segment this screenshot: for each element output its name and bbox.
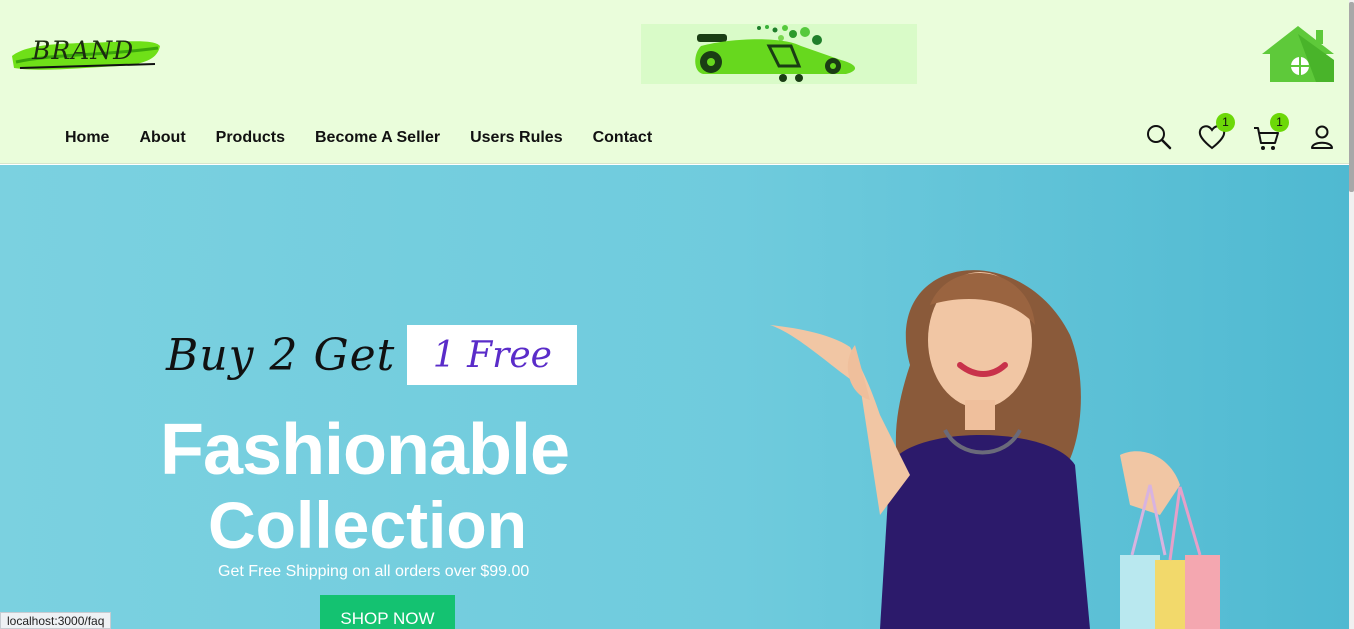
shop-now-button[interactable]: SHOP NOW <box>320 595 455 629</box>
shipping-notice: Get Free Shipping on all orders over $99… <box>218 563 530 580</box>
nav-users-rules[interactable]: Users Rules <box>470 129 563 147</box>
cart-count-badge: 1 <box>1270 113 1289 132</box>
nav-become-a-seller[interactable]: Become A Seller <box>315 129 440 147</box>
search-button[interactable] <box>1146 124 1176 154</box>
racecar-cart-logo[interactable] <box>641 24 917 84</box>
home-logo[interactable] <box>1258 24 1338 84</box>
hero-headline: Fashionable <box>160 410 570 490</box>
search-icon <box>1147 125 1172 150</box>
hero-subheadline: Collection <box>208 488 528 562</box>
nav-home[interactable]: Home <box>65 129 109 147</box>
racecar-cart-icon <box>695 25 856 82</box>
promo-banner: Buy 2 Get 1 Free <box>166 325 578 385</box>
page-scrollbar[interactable] <box>1349 0 1354 629</box>
brand-logo[interactable]: BRAND <box>10 34 162 74</box>
main-nav: Home About Products Become A Seller User… <box>65 129 682 147</box>
header-actions: 1 1 <box>1140 113 1340 154</box>
nav-about[interactable]: About <box>139 129 185 147</box>
model-with-shopping-bags-image <box>770 270 1220 629</box>
hero-banner: Buy 2 Get 1 Free Fashionable Collection … <box>0 165 1349 629</box>
promo-highlight: 1 Free <box>407 325 578 385</box>
house-icon <box>1262 26 1334 82</box>
scrollbar-thumb[interactable] <box>1349 2 1354 192</box>
site-header: BRAND Home About Products Become A Selle… <box>0 0 1349 164</box>
promo-text: Buy 2 Get <box>166 329 396 381</box>
cart-button[interactable]: 1 <box>1252 113 1289 154</box>
wishlist-count-badge: 1 <box>1216 113 1235 132</box>
user-icon <box>1311 125 1333 149</box>
account-button[interactable] <box>1310 124 1340 154</box>
nav-products[interactable]: Products <box>216 129 285 147</box>
wishlist-button[interactable]: 1 <box>1198 113 1235 154</box>
nav-contact[interactable]: Contact <box>593 129 653 147</box>
status-bar-url: localhost:3000/faq <box>0 612 112 629</box>
brand-text: BRAND <box>32 36 135 65</box>
